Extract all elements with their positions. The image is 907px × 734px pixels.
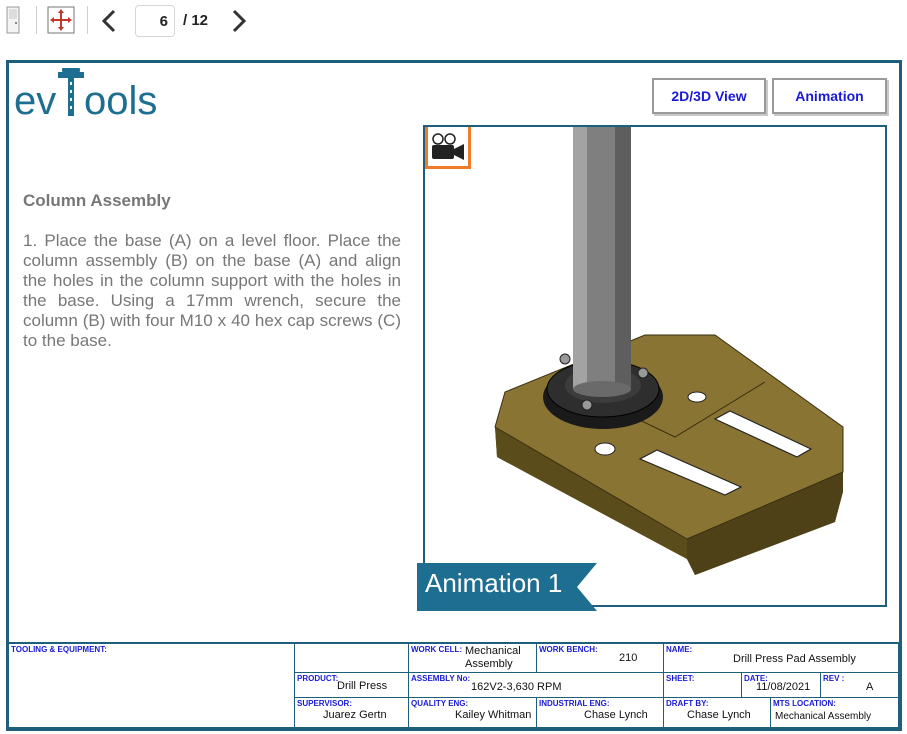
instruction-sheet: ev ools 2D/3D View Animation Column Asse… (6, 60, 902, 731)
date-cell: DATE: 11/08/2021 (742, 673, 821, 698)
date-value: 11/08/2021 (756, 681, 811, 693)
product-value: Drill Press (337, 680, 388, 692)
blank-cell (295, 644, 409, 673)
rev-value: A (866, 681, 874, 693)
page-number-input[interactable] (135, 5, 175, 37)
step-heading: Column Assembly (23, 191, 171, 210)
toolbar-separator (87, 6, 88, 34)
sheet-cell: SHEET: (664, 673, 742, 698)
work-bench-cell: WORK BENCH: 210 (537, 644, 664, 673)
drill-press-base-render (494, 127, 844, 575)
supervisor-cell: SUPERVISOR: Juarez Gertn (295, 698, 409, 728)
assembly-value: 162V2-3,630 RPM (471, 681, 562, 693)
previous-page-icon[interactable] (96, 6, 122, 36)
draft-by-cell: DRAFT BY: Chase Lynch (664, 698, 771, 728)
tooling-cell: TOOLING & EQUIPMENT: (9, 644, 295, 728)
industrial-eng-cell: INDUSTRIAL ENG: Chase Lynch (537, 698, 664, 728)
animation-1-label: Animation 1 (425, 568, 563, 598)
mts-location-value: Mechanical Assembly (775, 711, 872, 722)
animation-button[interactable]: Animation (772, 78, 887, 114)
draft-by-value: Chase Lynch (687, 709, 751, 721)
3d-model-viewer[interactable] (423, 125, 887, 607)
work-cell-line2: Assembly (465, 658, 513, 670)
door-icon[interactable] (2, 4, 24, 36)
svg-text:ools: ools (84, 79, 157, 123)
work-bench-value: 210 (619, 652, 638, 664)
name-value: Drill Press Pad Assembly (733, 653, 856, 665)
rev-cell: REV : A (821, 673, 899, 698)
work-cell-line1: Mechanical (465, 645, 521, 657)
product-cell: PRODUCT: Drill Press (295, 673, 409, 698)
assembly-cell: ASSEMBLY No: 162V2-3,630 RPM (409, 673, 664, 698)
viewer-toolbar: / 12 (0, 0, 907, 40)
mts-location-cell: MTS LOCATION: Mechanical Assembly (771, 698, 899, 728)
title-block: TOOLING & EQUIPMENT: WORK CELL: Mechanic… (9, 642, 899, 728)
supervisor-value: Juarez Gertn (323, 709, 387, 721)
step-instructions: 1. Place the base (A) on a level floor. … (23, 231, 401, 350)
video-camera-icon[interactable] (425, 127, 471, 169)
next-page-icon[interactable] (226, 6, 252, 36)
toolbar-separator (36, 6, 37, 34)
name-cell: NAME: Drill Press Pad Assembly (664, 644, 899, 673)
evtools-logo: ev ools (14, 68, 174, 124)
page-total-label: / 12 (183, 12, 209, 29)
work-cell-cell: WORK CELL: Mechanical Assembly (409, 644, 537, 673)
quality-eng-cell: QUALITY ENG: Kailey Whitman (409, 698, 537, 728)
2d-3d-view-button[interactable]: 2D/3D View (652, 78, 766, 114)
industrial-eng-value: Chase Lynch (584, 709, 648, 721)
svg-text:ev: ev (14, 79, 56, 123)
fit-screen-icon[interactable] (44, 4, 78, 36)
quality-eng-value: Kailey Whitman (455, 709, 532, 721)
